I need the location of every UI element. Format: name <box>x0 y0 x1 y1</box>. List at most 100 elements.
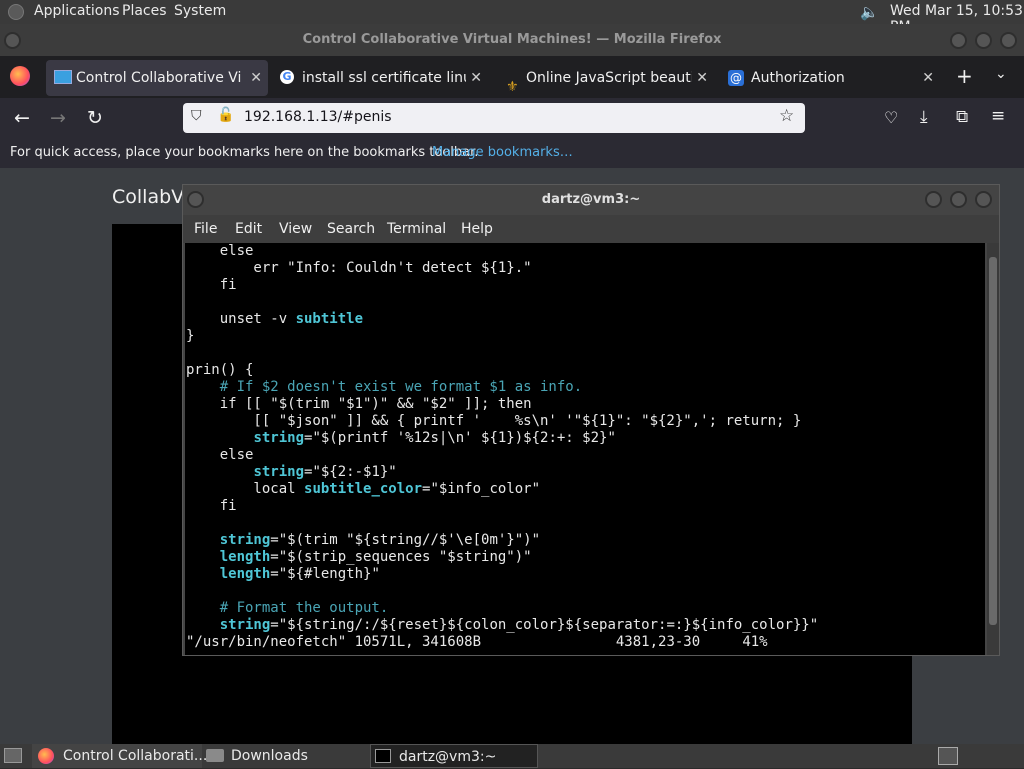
taskbar-item-firefox[interactable]: Control Collaborati... <box>32 744 207 768</box>
system-menu[interactable]: System <box>174 3 226 19</box>
menu-view[interactable]: View <box>279 221 312 237</box>
volume-icon[interactable]: 🔈 <box>860 3 879 21</box>
code-line-5a: unset -v <box>186 311 296 327</box>
code-line-1: else <box>186 243 254 259</box>
close-tab-icon[interactable]: ✕ <box>696 60 708 96</box>
code-line-18a <box>186 532 220 548</box>
code-line-18c: ="$(trim "${string//$'\e[0m'}")" <box>270 532 541 548</box>
code-line-10: if [[ "$(trim "$1")" && "$2" ]]; then <box>186 396 532 412</box>
terminal-body[interactable]: else err "Info: Couldn't detect ${1}." f… <box>185 243 985 655</box>
downloads-icon[interactable]: ⤓ <box>920 107 928 127</box>
close-window-button[interactable] <box>1000 32 1017 49</box>
firefox-view-icon[interactable] <box>10 66 30 86</box>
firefox-window-title: Control Collaborative Virtual Machines! … <box>0 24 1024 56</box>
status-file: "/usr/bin/neofetch" 10571L, 341608B <box>186 634 482 650</box>
google-icon: G <box>280 70 294 84</box>
applications-menu[interactable]: Applications <box>34 3 120 19</box>
code-line-13: else <box>186 447 254 463</box>
close-tab-icon[interactable]: ✕ <box>470 60 482 96</box>
code-line-12c: ="$(printf '%12s|\n' ${1})${2:+: $2}" <box>304 430 616 446</box>
terminal-minimize-button[interactable] <box>925 191 942 208</box>
workspace-switcher-icon[interactable] <box>938 747 958 765</box>
tab-bar: Control Collaborative Virtual Machines! … <box>0 56 1024 98</box>
new-tab-icon[interactable]: + <box>956 64 973 88</box>
menu-terminal[interactable]: Terminal <box>387 221 446 237</box>
bottom-taskbar: Control Collaborati... Downloads dartz@v… <box>0 744 1024 768</box>
taskbar-item-terminal[interactable]: dartz@vm3:~ <box>370 744 538 768</box>
hamburger-menu-icon[interactable]: ≡ <box>991 106 1005 126</box>
tab-google-search[interactable]: G install ssl certificate linux - Google… <box>272 60 488 96</box>
close-tab-icon[interactable]: ✕ <box>922 60 934 96</box>
terminal-window-menu-button[interactable] <box>187 191 204 208</box>
code-line-5b: subtitle <box>295 311 364 327</box>
menu-file[interactable]: File <box>194 221 217 237</box>
code-line-15c: ="$info_color" <box>422 481 541 497</box>
tab-control-collaborative[interactable]: Control Collaborative Virtual Machines! … <box>46 60 268 96</box>
menu-edit[interactable]: Edit <box>235 221 262 237</box>
reload-icon[interactable]: ↻ <box>87 107 103 129</box>
code-line-14c: ="${2:-$1}" <box>304 464 397 480</box>
window-title-text: Control Collaborative Virtual Machines! … <box>302 32 722 47</box>
tracking-shield-icon[interactable]: ⛉ <box>191 108 202 124</box>
places-menu[interactable]: Places <box>122 3 167 19</box>
terminal-close-button[interactable] <box>975 191 992 208</box>
monitor-icon <box>54 70 72 84</box>
code-line-20a <box>186 566 220 582</box>
code-line-16: fi <box>186 498 237 514</box>
forward-arrow-icon[interactable]: → <box>50 107 66 129</box>
manage-bookmarks-link[interactable]: Manage bookmarks… <box>432 140 573 166</box>
show-desktop-icon[interactable] <box>4 748 22 763</box>
top-panel: Applications Places System 🔈 Wed Mar 15,… <box>0 0 1024 35</box>
terminal-maximize-button[interactable] <box>950 191 967 208</box>
code-line-11: [[ "$json" ]] && { printf ' %s\n' '"${1}… <box>186 413 802 429</box>
code-line-9: # If $2 doesn't exist we format $1 as in… <box>186 379 583 395</box>
bookmarks-toolbar: For quick access, place your bookmarks h… <box>0 140 1024 168</box>
firefox-icon <box>38 748 54 764</box>
tab-authorization[interactable]: @ Authorization ✕ <box>724 60 940 96</box>
terminal-menubar: File Edit View Search Terminal Help <box>183 215 999 243</box>
status-percent: 41% <box>742 634 768 650</box>
taskbar-label: Control Collaborati... <box>63 748 208 764</box>
tab-label: Control Collaborative Virtual Machines! <box>76 70 242 86</box>
code-line-12a <box>186 430 253 446</box>
insecure-lock-icon[interactable]: 🔓 <box>217 107 234 123</box>
close-tab-icon[interactable]: ✕ <box>250 60 262 96</box>
terminal-titlebar[interactable]: dartz@vm3:~ <box>183 185 999 215</box>
maximize-button[interactable] <box>975 32 992 49</box>
bookmark-star-icon[interactable]: ☆ <box>779 106 794 126</box>
code-line-15b: subtitle_color <box>304 481 423 497</box>
window-menu-button[interactable] <box>4 32 21 49</box>
code-line-20c: ="${#length}" <box>270 566 380 582</box>
terminal-scrollbar-thumb[interactable] <box>989 257 997 625</box>
taskbar-label: dartz@vm3:~ <box>399 749 497 765</box>
code-line-12b: string <box>253 430 305 446</box>
url-bar[interactable]: ⛉ 🔓 192.168.1.13/#penis ☆ <box>183 103 805 133</box>
extensions-puzzle-icon[interactable]: ⧉ <box>956 107 968 127</box>
code-line-14b: string <box>253 464 305 480</box>
taskbar-item-downloads[interactable]: Downloads <box>204 744 368 768</box>
minimize-button[interactable] <box>950 32 967 49</box>
code-line-23c: ="${string/:/${reset}${colon_color}${sep… <box>270 617 819 633</box>
terminal-window[interactable]: dartz@vm3:~ File Edit View Search Termin… <box>182 184 1000 656</box>
tab-label: Authorization <box>751 70 845 86</box>
gnome-menu-icon[interactable] <box>8 4 24 20</box>
code-line-22: # Format the output. <box>186 600 389 616</box>
code-line-23b: string <box>219 617 271 633</box>
bookmarks-hint: For quick access, place your bookmarks h… <box>10 145 479 160</box>
code-line-2: err "Info: Couldn't detect ${1}." <box>186 260 532 276</box>
code-line-14a <box>186 464 253 480</box>
code-line-19b: length <box>219 549 271 565</box>
pocket-icon[interactable]: ♡ <box>884 108 898 127</box>
code-line-18b: string <box>219 532 271 548</box>
back-arrow-icon[interactable]: ← <box>14 107 30 129</box>
tab-label: Online JavaScript beautifier <box>526 70 692 86</box>
url-text[interactable]: 192.168.1.13/#penis <box>244 109 392 125</box>
menu-search[interactable]: Search <box>327 221 375 237</box>
at-icon: @ <box>728 70 744 86</box>
code-line-6: } <box>186 328 195 344</box>
code-line-23a <box>186 617 220 633</box>
status-position: 4381,23-30 <box>615 634 701 650</box>
list-tabs-chevron-down-icon[interactable]: ⌄ <box>995 66 1007 82</box>
tab-js-beautifier[interactable]: ⚜ Online JavaScript beautifier ✕ <box>498 60 714 96</box>
menu-help[interactable]: Help <box>461 221 493 237</box>
